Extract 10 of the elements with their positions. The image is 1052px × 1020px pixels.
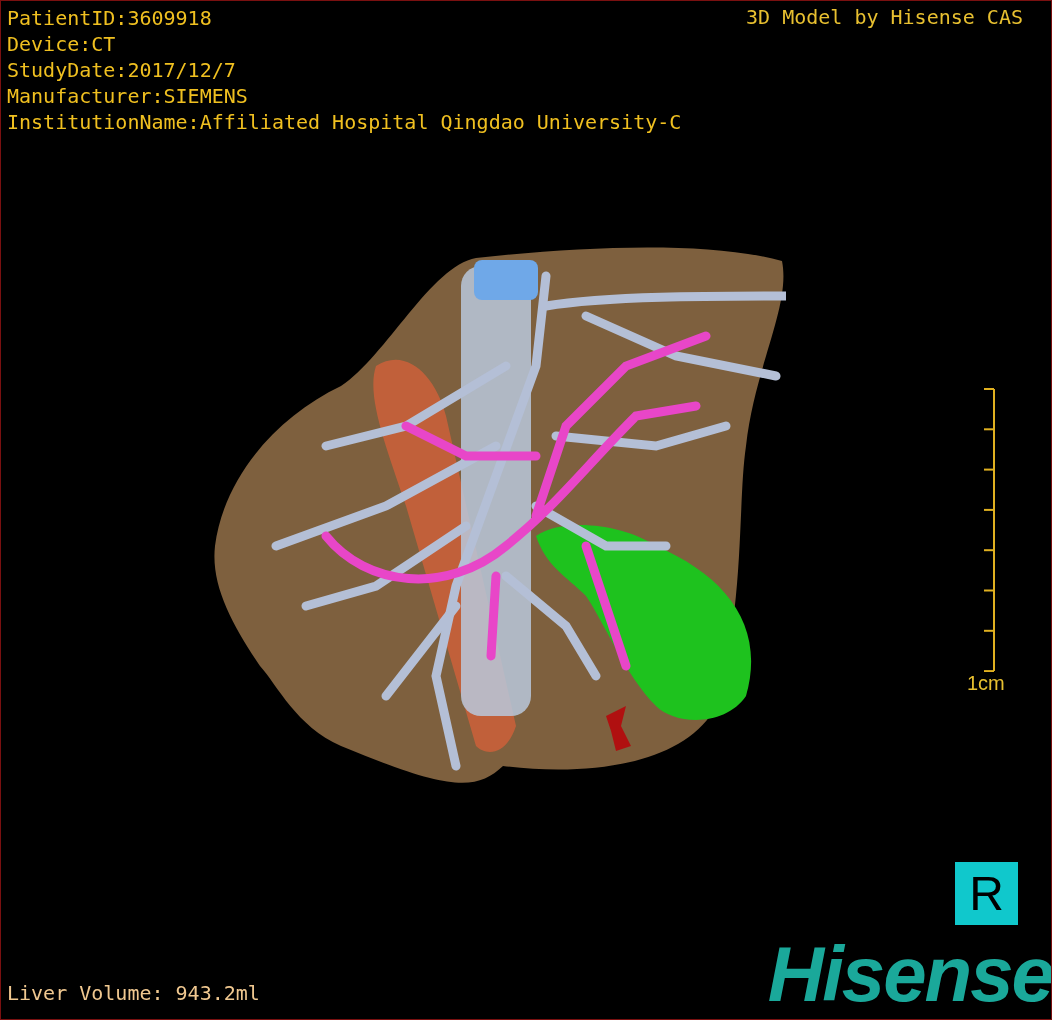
info-text: Manufacturer:SIEMENS <box>7 83 248 109</box>
info-text: Device:CT <box>7 31 116 57</box>
volume-text: Liver Volume: 943.2ml <box>7 981 260 1005</box>
info-text: InstitutionName:Affiliated Hospital Qingdao University-C <box>7 109 682 135</box>
logo: Hisense <box>767 935 1051 1013</box>
model-title: 3D Model by Hisense CAS <box>746 5 1023 29</box>
scale-label: 1cm <box>967 672 1005 695</box>
orientation-marker: R <box>955 862 1018 925</box>
info-text: PatientID:3609918 <box>7 5 212 31</box>
info-text: StudyDate:2017/12/7 <box>7 57 236 83</box>
